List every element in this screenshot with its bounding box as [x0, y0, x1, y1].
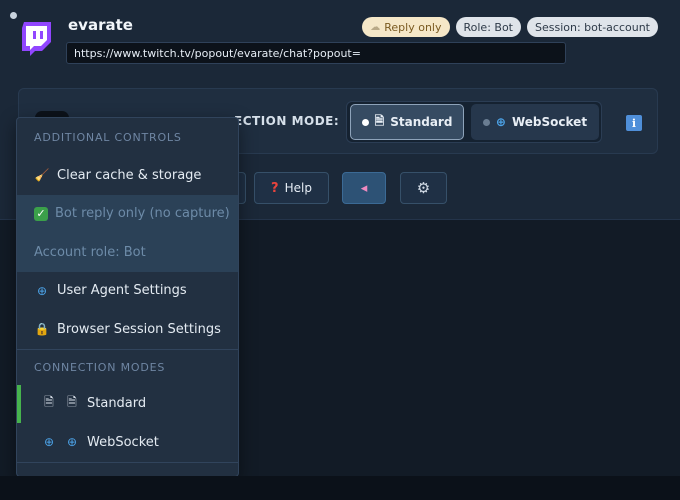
- globe-icon: ⊕: [495, 115, 506, 129]
- role-badge: Role: Bot: [455, 17, 521, 37]
- dropdown-menu: ADDITIONAL CONTROLS 🧹 Clear cache & stor…: [16, 117, 239, 477]
- cloud-icon: ☁: [370, 21, 381, 33]
- account-role-item[interactable]: Account role: Bot: [17, 233, 238, 272]
- user-agent-settings-item[interactable]: ⊕ User Agent Settings: [17, 272, 238, 311]
- chat-url-input[interactable]: [66, 42, 566, 64]
- question-icon: ?: [271, 180, 279, 196]
- document-icon: 🗎: [44, 395, 54, 410]
- globe-icon: ⊕: [43, 435, 55, 450]
- mode-standard-button[interactable]: 🗎 Standard: [350, 104, 464, 140]
- menu-mode-websocket[interactable]: ⊕ ⊕ WebSocket: [17, 423, 238, 462]
- check-icon: ✓: [34, 206, 48, 221]
- twitch-logo-icon: [22, 22, 51, 56]
- connection-mode-label: ECTION MODE:: [234, 114, 340, 128]
- help-button[interactable]: ? Help: [254, 172, 329, 204]
- globe-icon: ⊕: [36, 283, 48, 298]
- menu-mode-standard[interactable]: 🗎 🗎 Standard: [17, 384, 238, 424]
- globe-icon: ⊕: [66, 435, 78, 450]
- radio-on-icon: [361, 118, 369, 126]
- broom-icon: 🧹: [34, 168, 50, 183]
- mute-button[interactable]: ◂: [342, 172, 386, 204]
- radio-off-icon: [482, 118, 490, 126]
- session-badge: Session: bot-account: [527, 17, 658, 37]
- document-icon: 🗎: [374, 113, 385, 128]
- connection-mode-group: 🗎 Standard ⊕ WebSocket: [346, 101, 602, 143]
- section-source-management: SOURCE MANAGEMENT: [17, 461, 238, 476]
- bot-reply-only-item[interactable]: ✓ Bot reply only (no capture): [17, 194, 238, 233]
- info-icon[interactable]: i: [626, 115, 642, 131]
- lock-icon: 🔒: [34, 322, 50, 337]
- reply-only-badge: ☁ Reply only: [362, 17, 450, 37]
- mode-websocket-button[interactable]: ⊕ WebSocket: [471, 104, 599, 140]
- status-dot: [10, 12, 17, 19]
- status-badges: ☁ Reply only Role: Bot Session: bot-acco…: [362, 17, 658, 37]
- bottom-strip: [0, 476, 680, 500]
- clear-cache-item[interactable]: 🧹 Clear cache & storage: [17, 156, 238, 195]
- mute-icon: ◂: [360, 180, 368, 196]
- browser-session-settings-item[interactable]: 🔒 Browser Session Settings: [17, 310, 238, 349]
- settings-button[interactable]: ⚙: [400, 172, 447, 204]
- document-icon: 🗎: [67, 395, 77, 410]
- channel-title: evarate: [68, 16, 133, 34]
- section-additional-controls: ADDITIONAL CONTROLS: [34, 130, 182, 144]
- gear-icon: ⚙: [416, 179, 431, 197]
- section-connection-modes: CONNECTION MODES: [17, 348, 238, 385]
